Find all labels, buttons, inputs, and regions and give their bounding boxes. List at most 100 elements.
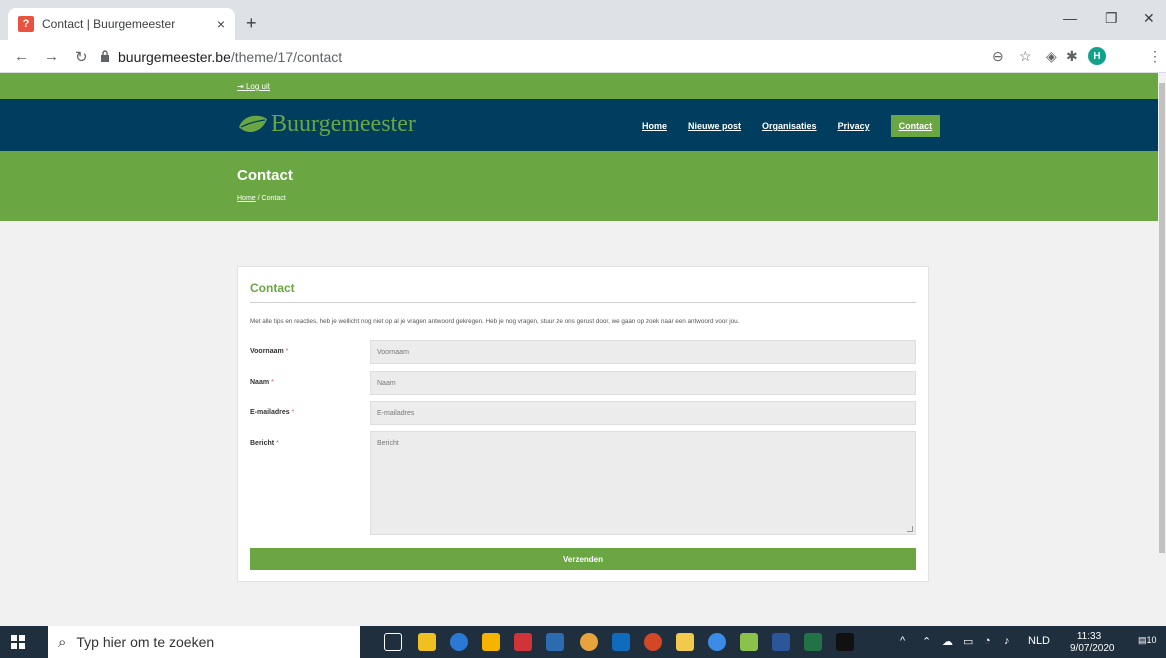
contact-form-card: Contact Met alle tips en reacties, heb j… [237,266,929,582]
minimize-icon[interactable]: — [1063,10,1077,26]
browser-app-icon[interactable] [708,633,726,651]
main-menu: Home Nieuwe post Organisaties Privacy Co… [642,115,941,137]
back-icon[interactable]: ← [14,48,29,65]
last-name-input[interactable]: Naam [370,371,916,395]
logout-label: Log uit [245,82,270,91]
breadcrumb: Home / Contact [237,195,286,202]
notification-icon[interactable]: ▤10 [1138,635,1157,646]
page-scrollbar[interactable] [1158,73,1166,626]
clock-time: 11:33 [1076,631,1102,642]
email-label: E-mailadres * [250,409,294,416]
gift-app-icon[interactable] [514,633,532,651]
message-label-text: Bericht [250,440,275,447]
page-header: Contact Home / Contact [0,151,1158,221]
powerpoint-icon[interactable] [644,633,662,651]
nav-home[interactable]: Home [642,121,667,131]
word-icon[interactable] [772,633,790,651]
last-name-label: Naam * [250,379,274,386]
window-close-icon[interactable]: ✕ [1143,10,1155,27]
logout-link[interactable]: ⇥ Log uit [237,82,270,91]
required-mark: * [285,348,289,355]
menu-dots-icon[interactable]: ⋮ [1148,48,1162,65]
required-mark: * [276,440,279,447]
store-icon[interactable] [482,633,500,651]
email-label-text: E-mailadres [250,409,290,416]
required-mark: * [271,379,274,386]
breadcrumb-current: Contact [261,195,286,202]
first-name-label: Voornaam * [250,348,288,355]
nav-organisations[interactable]: Organisaties [762,121,817,131]
reload-icon[interactable]: ↻ [75,48,88,66]
scrollbar-thumb[interactable] [1159,83,1165,553]
edge-icon[interactable] [450,633,468,651]
excel-icon[interactable] [804,633,822,651]
top-bar: ⇥ Log uit [0,73,1158,99]
taskbar-search-text: Typ hier om te zoeken [76,634,215,650]
page-viewport: ⇥ Log uit Buurgemeester Home Nieuwe post… [0,73,1158,626]
browser-tab-strip: ? Contact | Buurgemeester × + — ❐ ✕ [0,0,1166,40]
first-name-label-text: Voornaam [250,348,284,355]
form-heading: Contact [250,281,295,295]
profile-avatar[interactable]: H [1088,47,1106,65]
tab-title: Contact | Buurgemeester [42,17,176,31]
heading-divider [250,302,916,303]
zoom-icon[interactable]: ⊖ [992,48,1004,65]
sonos-icon[interactable] [836,633,854,651]
windows-start-icon[interactable] [11,635,25,649]
nav-new-post[interactable]: Nieuwe post [688,121,741,131]
nav-contact[interactable]: Contact [890,115,941,137]
task-view-icon[interactable] [384,633,402,651]
browser-tab[interactable]: ? Contact | Buurgemeester × [8,8,235,40]
restore-icon[interactable]: ❐ [1105,10,1118,27]
form-intro: Met alle tips en reacties, heb je wellic… [250,318,740,325]
site-navbar: Buurgemeester Home Nieuwe post Organisat… [0,99,1158,151]
tray-expand-icon[interactable]: ^ [900,635,905,647]
logo-text: Buurgemeester [271,111,416,137]
tray-up-icon[interactable]: ⌃ [922,635,931,648]
windows-taskbar: ⌕ Typ hier om te zoeken ^ ⌃ ☁ ▭ ◔ ♪ NLD … [0,626,1166,658]
search-icon: ⌕ [58,633,67,651]
wifi-icon[interactable]: ◔ [984,635,991,647]
colorful-app-icon[interactable] [676,633,694,651]
language-indicator[interactable]: NLD [1028,635,1050,647]
nav-privacy[interactable]: Privacy [838,121,870,131]
browser-toolbar: ← → ↻ buurgemeester.be/theme/17/contact … [0,40,1166,73]
breadcrumb-home[interactable]: Home [237,195,256,202]
last-name-label-text: Naam [250,379,270,386]
page-title: Contact [237,167,293,184]
breadcrumb-separator: / [257,195,260,202]
message-textarea[interactable]: Bericht [370,431,916,535]
resize-handle-icon[interactable] [907,526,913,532]
onedrive-icon[interactable]: ☁ [942,635,953,648]
message-placeholder: Bericht [377,440,399,447]
lock-icon [101,50,109,62]
extension-icon[interactable]: ◈ [1046,48,1057,65]
gem-app-icon[interactable] [740,633,758,651]
address-bar[interactable]: buurgemeester.be/theme/17/contact [118,49,342,65]
close-tab-icon[interactable]: × [217,16,225,32]
outlook-icon[interactable] [612,633,630,651]
battery-icon[interactable]: ▭ [963,635,973,648]
chrome-icon[interactable] [580,633,598,651]
new-tab-button[interactable]: + [246,14,257,32]
notification-count: 10 [1146,635,1157,645]
volume-icon[interactable]: ♪ [1004,635,1010,647]
clock[interactable]: 11:33 9/07/2020 [1070,631,1115,655]
first-name-input[interactable]: Voornaam [370,340,916,364]
site-favicon-icon: ? [18,16,34,32]
taskbar-search[interactable]: ⌕ Typ hier om te zoeken [48,626,360,658]
bookmark-star-icon[interactable]: ☆ [1019,48,1032,65]
puzzle-icon[interactable]: ✱ [1066,48,1078,65]
url-domain: buurgemeester.be [118,49,231,65]
email-input[interactable]: E-mailadres [370,401,916,425]
clock-date: 9/07/2020 [1070,643,1115,654]
mail-icon[interactable] [546,633,564,651]
required-mark: * [291,409,295,416]
leaf-logo-icon [239,115,267,132]
site-logo[interactable]: Buurgemeester [237,111,416,138]
url-path: /theme/17/contact [230,49,343,65]
submit-button[interactable]: Verzenden [250,548,916,570]
file-explorer-icon[interactable] [418,633,436,651]
message-label: Bericht * [250,440,279,447]
forward-icon[interactable]: → [44,48,59,65]
